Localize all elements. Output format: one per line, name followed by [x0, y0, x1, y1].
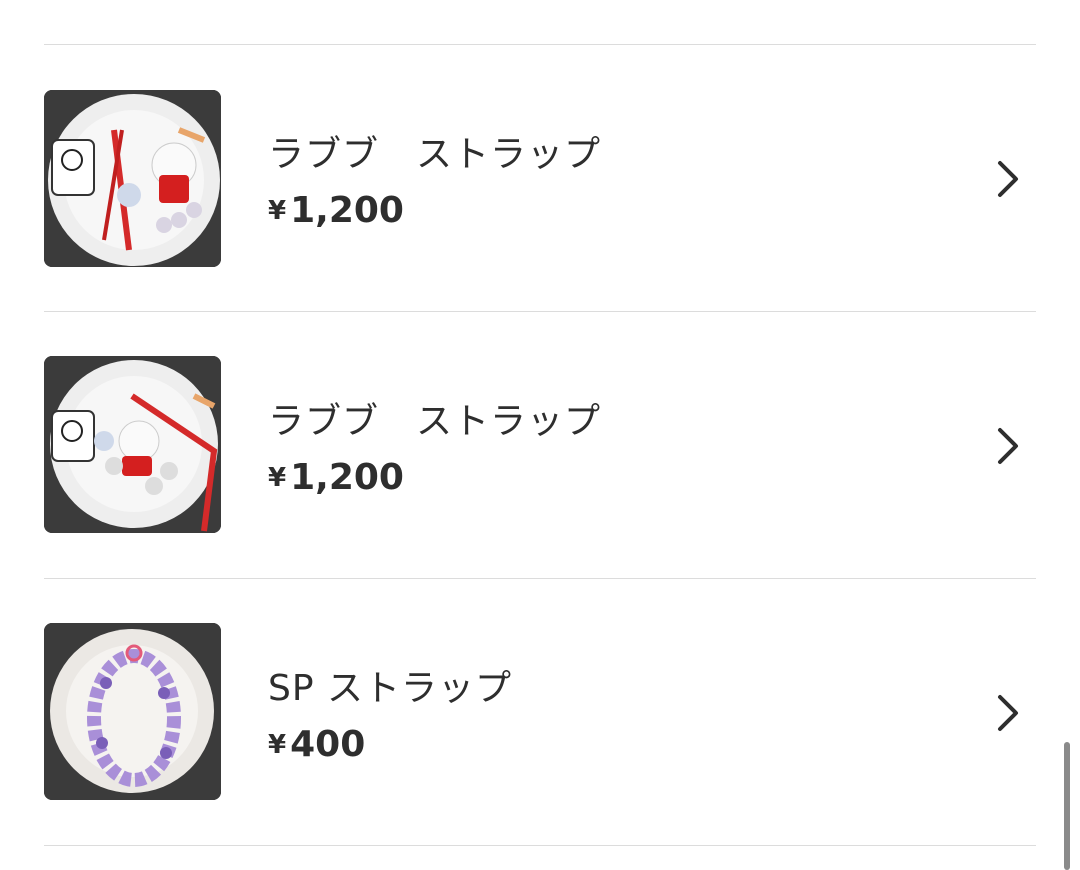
product-price: ¥1,200: [268, 190, 404, 231]
scrollbar[interactable]: [1064, 742, 1070, 870]
list-item[interactable]: ラブブ ストラップ ¥1,200: [0, 312, 1080, 578]
product-title: SP ストラップ: [268, 668, 513, 709]
price-value: 1,200: [290, 190, 404, 231]
divider: [44, 845, 1036, 846]
currency-symbol: ¥: [268, 730, 287, 760]
chevron-right-icon: [998, 161, 1018, 197]
price-value: 400: [290, 724, 366, 765]
chevron-right-icon: [998, 428, 1018, 464]
chevron-right-icon: [998, 695, 1018, 731]
product-price: ¥1,200: [268, 457, 404, 498]
product-title: ラブブ ストラップ: [268, 401, 602, 442]
product-price: ¥400: [268, 724, 365, 765]
currency-symbol: ¥: [268, 463, 287, 493]
list-item[interactable]: ラブブ ストラップ ¥1,200: [0, 45, 1080, 311]
currency-symbol: ¥: [268, 196, 287, 226]
product-thumbnail: [44, 623, 221, 800]
product-title: ラブブ ストラップ: [268, 134, 602, 175]
list-item[interactable]: SP ストラップ ¥400: [0, 579, 1080, 845]
product-list: ラブブ ストラップ ¥1,200 ラブブ ストラップ ¥ 1,200 SP スト…: [0, 0, 1080, 870]
product-thumbnail: [44, 90, 221, 267]
product-thumbnail: [44, 356, 221, 533]
price-value: 1,200: [290, 457, 404, 498]
